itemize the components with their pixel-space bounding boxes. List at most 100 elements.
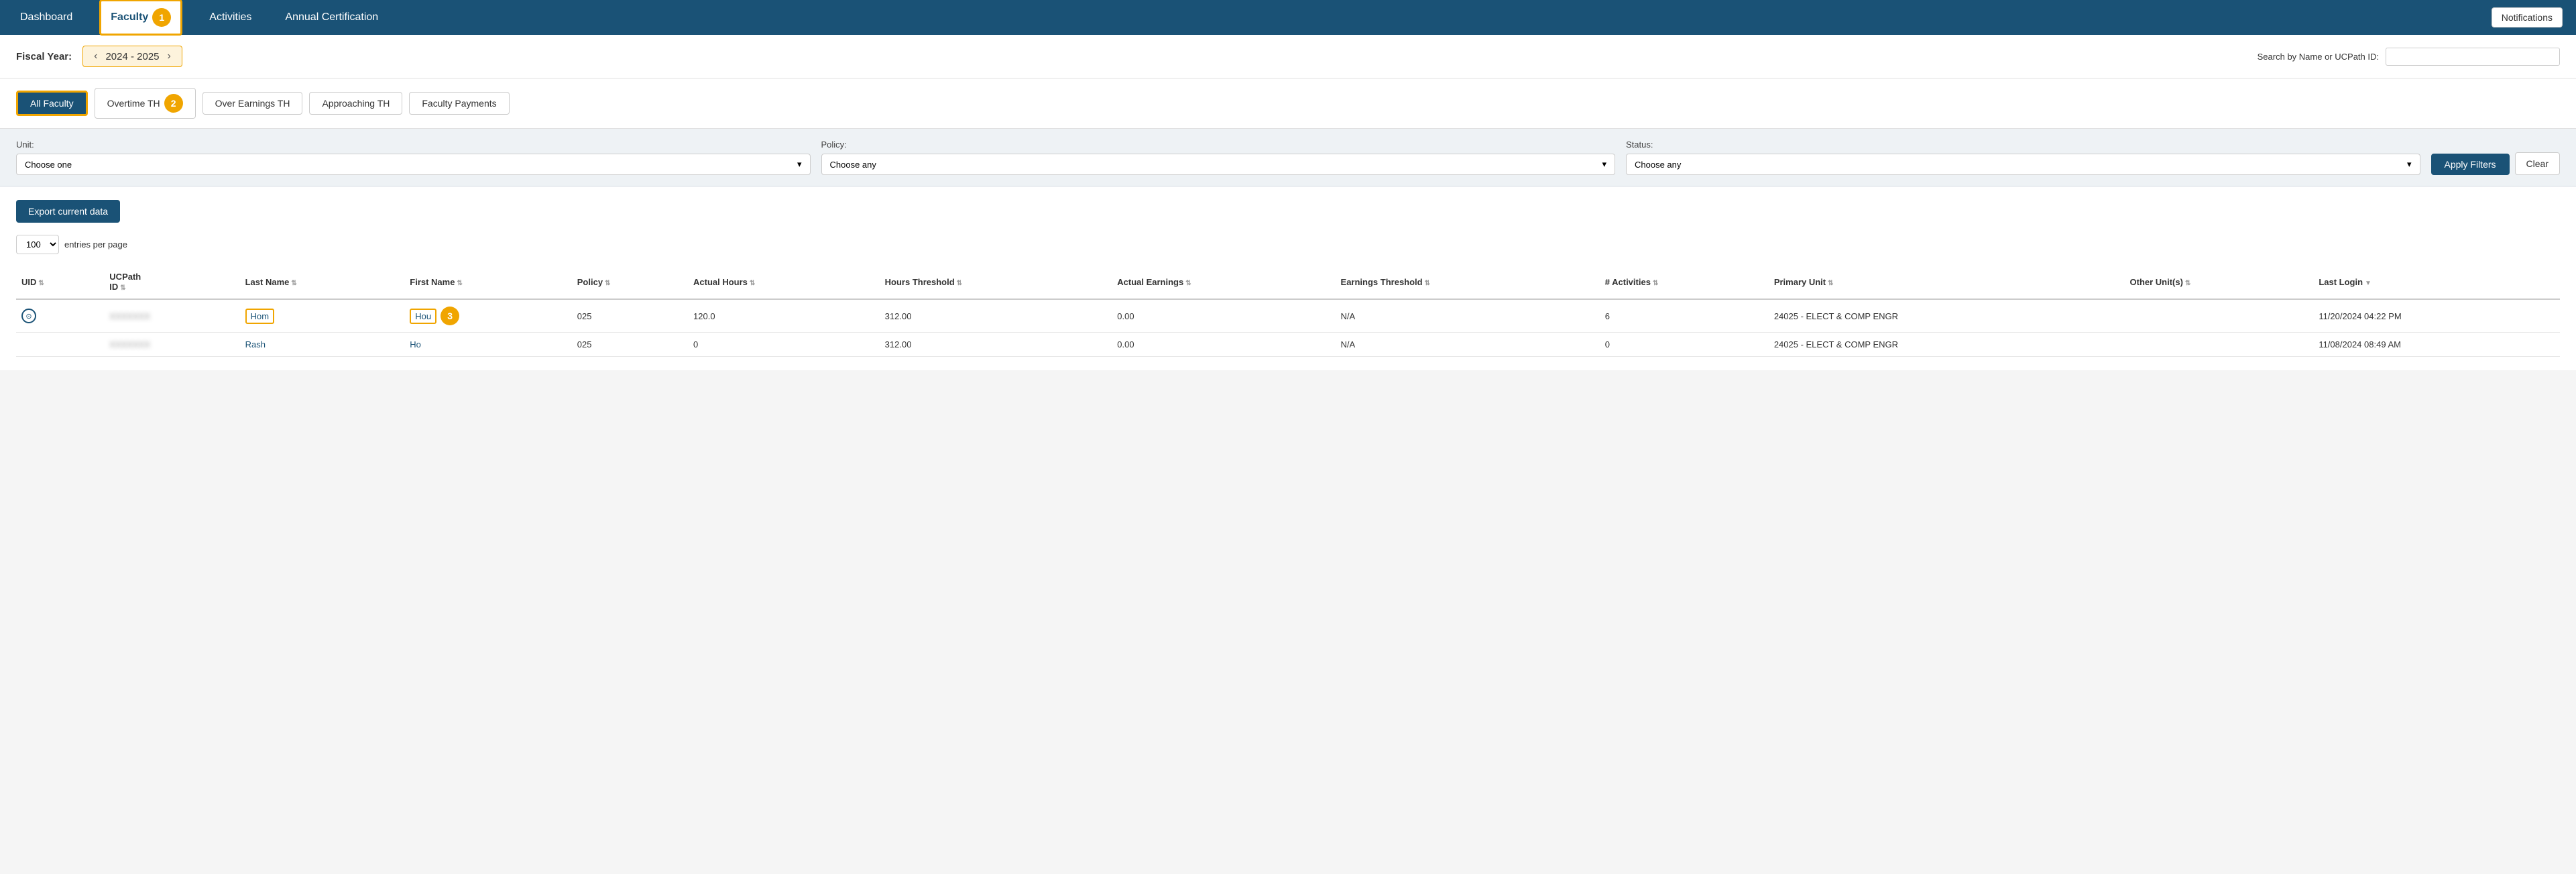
sort-icon-ucpath: ⇅ xyxy=(120,284,125,292)
col-first-name[interactable]: First Name⇅ xyxy=(404,265,572,299)
first-name-cell[interactable]: Hou 3 xyxy=(404,299,572,333)
clear-filters-button[interactable]: Clear xyxy=(2515,152,2560,175)
filter-unit-arrow: ▾ xyxy=(797,159,802,170)
actual-hours-cell: 120.0 xyxy=(688,299,880,333)
fiscal-year-label: Fiscal Year: xyxy=(16,51,72,62)
col-hours-threshold[interactable]: Hours Threshold⇅ xyxy=(880,265,1112,299)
nav-item-activities[interactable]: Activities xyxy=(202,2,258,33)
step-badge-3: 3 xyxy=(441,307,459,325)
nav-item-faculty[interactable]: Faculty 1 xyxy=(99,0,182,36)
policy-cell: 025 xyxy=(572,333,688,357)
col-other-units[interactable]: Other Unit(s)⇅ xyxy=(2125,265,2314,299)
num-activities-cell: 6 xyxy=(1600,299,1769,333)
filter-status: Status: Choose any ▾ xyxy=(1626,140,2420,175)
sort-icon-policy: ⇅ xyxy=(605,280,610,287)
entries-label: entries per page xyxy=(64,239,127,250)
fiscal-prev-button[interactable]: ‹ xyxy=(91,50,100,62)
col-last-login[interactable]: Last Login▼ xyxy=(2313,265,2560,299)
tab-approaching-th[interactable]: Approaching TH xyxy=(309,92,402,115)
step-badge-1: 1 xyxy=(152,8,171,27)
col-actual-earnings[interactable]: Actual Earnings⇅ xyxy=(1112,265,1335,299)
table-row: ⊙ XXXXXXX Hom Hou 3 025120.0312.000.00N/A6240… xyxy=(16,299,2560,333)
last-login-cell: 11/08/2024 08:49 AM xyxy=(2313,333,2560,357)
last-name-cell[interactable]: Hom xyxy=(240,299,405,333)
earnings-threshold-cell: N/A xyxy=(1336,333,1600,357)
main-content: Export current data 10 25 50 100 entries… xyxy=(0,186,2576,370)
sort-icon-last-name: ⇅ xyxy=(291,280,296,287)
entries-row: 10 25 50 100 entries per page xyxy=(16,235,2560,254)
first-name-cell[interactable]: Ho xyxy=(404,333,572,357)
filter-actions: Apply Filters Clear xyxy=(2431,152,2561,175)
nav-item-annual-certification[interactable]: Annual Certification xyxy=(278,2,385,33)
faculty-table: UID⇅ UCPath ID⇅ Last Name⇅ First Name⇅ P… xyxy=(16,265,2560,357)
filter-policy: Policy: Choose any ▾ xyxy=(821,140,1616,175)
tab-over-earnings-th[interactable]: Over Earnings TH xyxy=(202,92,303,115)
notifications-button[interactable]: Notifications xyxy=(2492,7,2563,28)
filter-unit-label: Unit: xyxy=(16,140,811,150)
other-units-cell xyxy=(2125,299,2314,333)
policy-cell: 025 xyxy=(572,299,688,333)
search-input[interactable] xyxy=(2386,48,2560,66)
tabs-bar: All Faculty Overtime TH 2 Over Earnings … xyxy=(0,78,2576,129)
earnings-threshold-cell: N/A xyxy=(1336,299,1600,333)
filter-policy-value: Choose any xyxy=(830,160,876,170)
primary-unit-cell: 24025 - ELECT & COMP ENGR xyxy=(1769,299,2125,333)
sort-icon-earnings-threshold: ⇅ xyxy=(1425,280,1430,287)
tab-overtime-th-label: Overtime TH xyxy=(107,98,160,109)
sort-icon-actual-hours: ⇅ xyxy=(750,280,755,287)
export-button[interactable]: Export current data xyxy=(16,200,120,223)
fiscal-nav: ‹ 2024 - 2025 › xyxy=(82,46,182,67)
filter-unit-select[interactable]: Choose one ▾ xyxy=(16,154,811,175)
table-header-row: UID⇅ UCPath ID⇅ Last Name⇅ First Name⇅ P… xyxy=(16,265,2560,299)
first-name-highlighted[interactable]: Hou xyxy=(410,309,436,324)
filter-unit-value: Choose one xyxy=(25,160,72,170)
last-name-link[interactable]: Rash xyxy=(245,339,266,349)
col-ucpath-id[interactable]: UCPath ID⇅ xyxy=(104,265,239,299)
uid-cell xyxy=(16,333,104,357)
uid-cell: ⊙ xyxy=(16,299,104,333)
col-last-name[interactable]: Last Name⇅ xyxy=(240,265,405,299)
hours-threshold-cell: 312.00 xyxy=(880,333,1112,357)
ucpath-id-cell: XXXXXXX xyxy=(104,333,239,357)
filter-status-select[interactable]: Choose any ▾ xyxy=(1626,154,2420,175)
col-actual-hours[interactable]: Actual Hours⇅ xyxy=(688,265,880,299)
actual-hours-cell: 0 xyxy=(688,333,880,357)
first-name-link[interactable]: Ho xyxy=(410,339,421,349)
actual-earnings-cell: 0.00 xyxy=(1112,333,1335,357)
filter-policy-select[interactable]: Choose any ▾ xyxy=(821,154,1616,175)
sort-icon-uid: ⇅ xyxy=(38,280,44,287)
sort-icon-first-name: ⇅ xyxy=(457,280,462,287)
entries-per-page-select[interactable]: 10 25 50 100 xyxy=(16,235,59,254)
filter-status-arrow: ▾ xyxy=(2407,159,2412,170)
col-uid[interactable]: UID⇅ xyxy=(16,265,104,299)
nav-item-dashboard[interactable]: Dashboard xyxy=(13,2,79,33)
fiscal-next-button[interactable]: › xyxy=(165,50,174,62)
uid-icon[interactable]: ⊙ xyxy=(21,309,36,323)
primary-unit-cell: 24025 - ELECT & COMP ENGR xyxy=(1769,333,2125,357)
other-units-cell xyxy=(2125,333,2314,357)
table-row: XXXXXXXRashHo0250312.000.00N/A024025 - E… xyxy=(16,333,2560,357)
hours-threshold-cell: 312.00 xyxy=(880,299,1112,333)
fiscal-bar: Fiscal Year: ‹ 2024 - 2025 › Search by N… xyxy=(0,35,2576,78)
filter-policy-arrow: ▾ xyxy=(1602,159,1606,170)
tab-faculty-payments[interactable]: Faculty Payments xyxy=(409,92,509,115)
last-name-highlighted[interactable]: Hom xyxy=(245,309,274,324)
filter-status-value: Choose any xyxy=(1635,160,1681,170)
filter-policy-label: Policy: xyxy=(821,140,1616,150)
col-policy[interactable]: Policy⇅ xyxy=(572,265,688,299)
tab-overtime-th[interactable]: Overtime TH 2 xyxy=(95,88,196,119)
col-earnings-threshold[interactable]: Earnings Threshold⇅ xyxy=(1336,265,1600,299)
num-activities-cell: 0 xyxy=(1600,333,1769,357)
tab-all-faculty[interactable]: All Faculty xyxy=(16,91,88,116)
actual-earnings-cell: 0.00 xyxy=(1112,299,1335,333)
col-primary-unit[interactable]: Primary Unit⇅ xyxy=(1769,265,2125,299)
col-num-activities[interactable]: # Activities⇅ xyxy=(1600,265,1769,299)
filters-bar: Unit: Choose one ▾ Policy: Choose any ▾ … xyxy=(0,129,2576,186)
sort-icon-last-login: ▼ xyxy=(2365,280,2372,287)
nav-bar: Dashboard Faculty 1 ms Activities Annual… xyxy=(0,0,2576,35)
fiscal-year-value: 2024 - 2025 xyxy=(105,51,159,62)
apply-filters-button[interactable]: Apply Filters xyxy=(2431,154,2510,175)
last-name-cell[interactable]: Rash xyxy=(240,333,405,357)
last-login-cell: 11/20/2024 04:22 PM xyxy=(2313,299,2560,333)
ucpath-id-cell: XXXXXXX xyxy=(104,299,239,333)
